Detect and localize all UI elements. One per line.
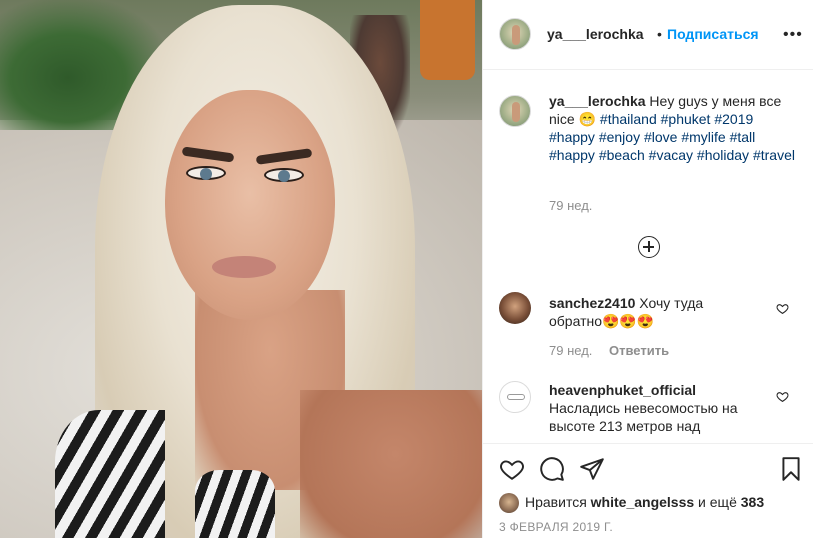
plus-circle-icon[interactable] xyxy=(638,236,660,258)
liker-username[interactable]: white_angelsss xyxy=(591,494,695,510)
likes-count[interactable]: 383 xyxy=(741,494,764,510)
hashtag-link[interactable]: #beach xyxy=(599,147,645,163)
comments-section[interactable]: ya___lerochka Hey guys у меня все nice 😁… xyxy=(483,71,813,443)
photo-swimsuit-right xyxy=(195,470,275,538)
photo-eye-right xyxy=(264,168,304,182)
comment-username[interactable]: heavenphuket_official xyxy=(549,382,696,398)
comment-body: Насладись невесомостью на высоте 213 мет… xyxy=(549,400,738,434)
follow-button[interactable]: Подписаться xyxy=(667,26,759,42)
hashtag-link[interactable]: #travel xyxy=(753,147,795,163)
caption-text: ya___lerochka Hey guys у меня все nice 😁… xyxy=(549,92,799,164)
photo-face xyxy=(165,90,335,320)
caption-avatar[interactable] xyxy=(499,95,531,127)
photo-shoulder xyxy=(300,390,482,538)
post-side-panel: ya___lerochka • Подписаться ••• ya___ler… xyxy=(482,0,813,538)
photo-umbrella xyxy=(420,0,475,80)
reply-button[interactable]: Ответить xyxy=(609,343,669,358)
author-avatar[interactable] xyxy=(499,18,531,50)
hashtag-link[interactable]: #thailand xyxy=(600,111,657,127)
likes-middle: и ещё xyxy=(694,494,741,510)
photo-swimsuit-left xyxy=(55,410,165,538)
post-date[interactable]: 3 ФЕВРАЛЯ 2019 Г. xyxy=(499,520,613,534)
hashtag-link[interactable]: #tall xyxy=(730,129,756,145)
hashtag-link[interactable]: #enjoy xyxy=(599,129,640,145)
hashtag-link[interactable]: #phuket xyxy=(661,111,711,127)
hashtag-link[interactable]: #mylife xyxy=(681,129,725,145)
comment-like-heart-icon[interactable] xyxy=(776,390,790,404)
comment-avatar[interactable] xyxy=(499,292,531,324)
liker-avatar[interactable] xyxy=(499,493,519,514)
comment-username[interactable]: sanchez2410 xyxy=(549,295,635,311)
hashtag-link[interactable]: #holiday xyxy=(697,147,749,163)
hashtag-link[interactable]: #vacay xyxy=(649,147,693,163)
comment-avatar[interactable] xyxy=(499,381,531,413)
likes-prefix: Нравится xyxy=(525,494,591,510)
header-separator: • xyxy=(657,26,662,42)
comment-text: heavenphuket_official Насладись невесомо… xyxy=(549,381,769,435)
author-username[interactable]: ya___lerochka xyxy=(547,26,644,42)
hashtag-link[interactable]: #happy xyxy=(549,129,595,145)
post-actions: Нравится white_angelsss и ещё 383 3 ФЕВР… xyxy=(483,443,813,538)
hashtag-link[interactable]: #love xyxy=(644,129,677,145)
comment-text: sanchez2410 Хочу туда обратно😍😍😍 xyxy=(549,294,749,330)
hashtag-link[interactable]: #happy xyxy=(549,147,595,163)
post-header: ya___lerochka • Подписаться ••• xyxy=(483,0,813,70)
share-icon[interactable] xyxy=(579,456,605,482)
hashtag-link[interactable]: #2019 xyxy=(714,111,753,127)
comment-like-heart-icon[interactable] xyxy=(776,302,790,316)
comment-icon[interactable] xyxy=(539,456,565,482)
caption-username[interactable]: ya___lerochka xyxy=(549,93,646,109)
heart-icon[interactable] xyxy=(499,456,525,482)
likes-summary: Нравится white_angelsss и ещё 383 xyxy=(499,493,764,514)
more-options-icon[interactable]: ••• xyxy=(783,26,803,44)
comment-time[interactable]: 79 нед. xyxy=(549,343,592,358)
photo-lips xyxy=(212,256,276,278)
bookmark-icon[interactable] xyxy=(778,456,804,482)
post-photo[interactable] xyxy=(0,0,482,538)
photo-eye-left xyxy=(186,166,226,180)
caption-time[interactable]: 79 нед. xyxy=(549,198,592,213)
